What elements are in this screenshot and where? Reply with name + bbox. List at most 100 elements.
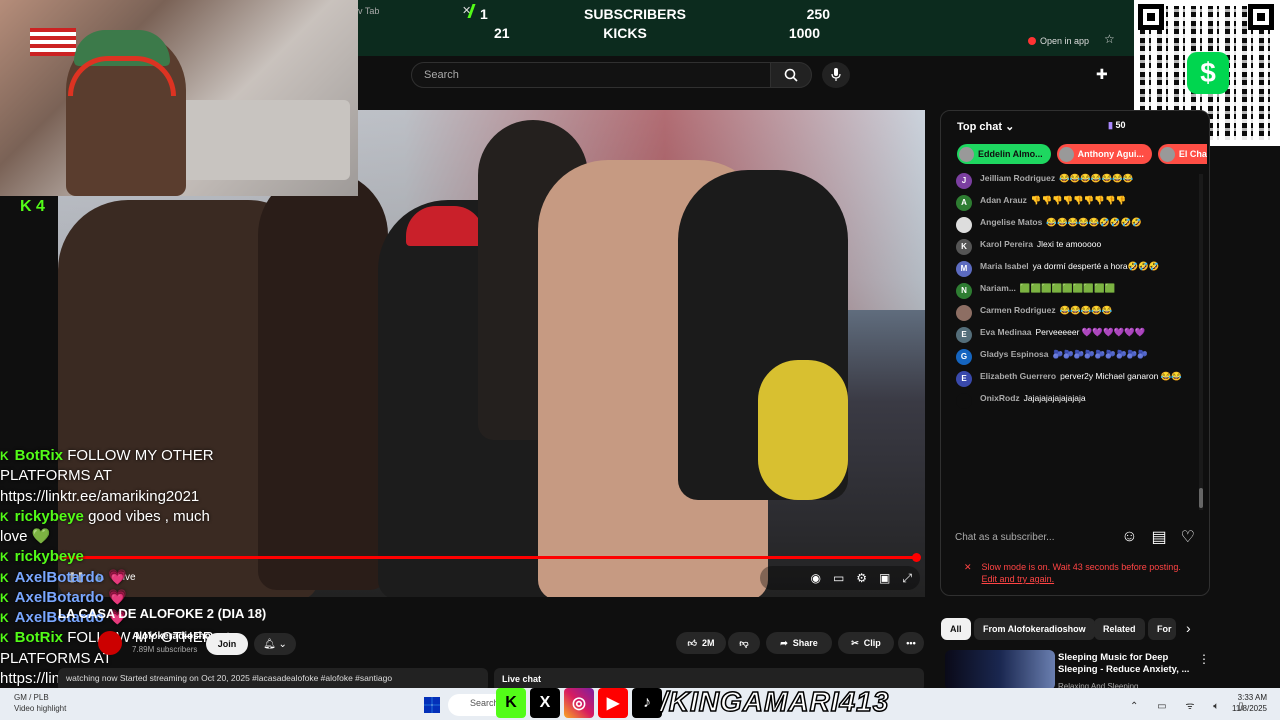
kick-handle: /KINGAMARI413	[659, 685, 890, 718]
video-right-controls: ◉ ▭ ⚙ ▣ ⤢	[760, 566, 920, 590]
subscribers-label: SUBSCRIBERS	[584, 6, 686, 22]
chat-author[interactable]: Jeilliam Rodriguez	[980, 173, 1055, 183]
chat-scrollbar[interactable]	[1199, 174, 1203, 510]
subtitles-icon[interactable]: ▭	[833, 571, 844, 585]
pinned-name: El Chav	[1178, 149, 1207, 159]
search-input[interactable]: Search	[411, 62, 771, 88]
chat-scrollbar-thumb[interactable]	[1199, 488, 1203, 508]
miniplayer-icon[interactable]: ▣	[879, 571, 890, 585]
avatar[interactable]: E	[956, 327, 972, 343]
overlay-chat-author: rickybeye	[14, 507, 84, 525]
pinned-chip[interactable]: Anthony Agui...	[1056, 144, 1152, 164]
chip-related[interactable]: Related	[1094, 618, 1145, 640]
chat-message-list: J Jeilliam Rodriguez 😂😂😂😂😂😂😂 A Adan Arauz 👎👎👎…	[956, 170, 1196, 514]
overlay-chat-line: KBotRix FOLLOW MY OTHER PLATFORMS AT htt…	[0, 446, 240, 507]
close-icon[interactable]: ✕	[964, 562, 972, 585]
more-actions-button[interactable]: •••	[898, 632, 924, 654]
avatar[interactable]	[956, 393, 972, 409]
avatar[interactable]: K	[956, 239, 972, 255]
chat-text: perver2y Michael ganaron 😂😂	[1060, 371, 1182, 381]
chat-author[interactable]: Maria Isabel	[980, 261, 1029, 271]
avatar[interactable]: E	[956, 371, 972, 387]
chat-message: M Maria Isabel ya dormí desperté a hora🤣🤣🤣	[956, 258, 1196, 280]
clip-label: Clip	[863, 638, 881, 648]
browser-tab-label[interactable]: v Tab	[358, 6, 379, 16]
chip-from-channel[interactable]: From Alofokeradioshow	[974, 618, 1095, 640]
streamer-webcam	[0, 0, 358, 196]
chat-message: N Nariam... 🟩🟩🟩🟩🟩🟩🟩🟩🟩	[956, 280, 1196, 302]
open-in-app-label: Open in app	[1040, 36, 1090, 46]
recommended-more-icon[interactable]: ⋮	[1198, 652, 1210, 666]
viewer-count-value: 50	[1115, 120, 1126, 130]
recommended-video-title[interactable]: Sleeping Music for Deep Sleeping - Reduc…	[1058, 652, 1198, 677]
pinned-donors: Eddelin Almo... Anthony Agui... El Chav	[957, 144, 1207, 164]
chat-author[interactable]: Gladys Espinosa	[980, 349, 1049, 359]
kick-badge-icon: K	[0, 611, 9, 625]
overlay-chat-author: BotRix	[14, 629, 64, 647]
chat-author[interactable]: OnixRodz	[980, 393, 1020, 403]
avatar[interactable]: G	[956, 349, 972, 365]
windows-start-icon[interactable]	[424, 697, 440, 713]
chat-author[interactable]: Nariam...	[980, 283, 1016, 293]
chat-mode-label: Top chat	[957, 121, 1003, 133]
chat-message: E Elizabeth Guerrero perver2y Michael gana…	[956, 368, 1196, 390]
chip-all[interactable]: All	[941, 618, 971, 640]
kick-badge-icon: K	[0, 570, 9, 585]
avatar[interactable]	[956, 305, 972, 321]
chat-text: 😂😂😂😂😂🤣🤣🤣🤣	[1046, 217, 1142, 227]
chat-message: Angelise Matos 😂😂😂😂😂🤣🤣🤣🤣	[956, 214, 1196, 236]
channel-info: Alofokeradioshow ✔ 7.89M subscribers	[58, 630, 230, 656]
subscribers-current: 1	[480, 6, 488, 22]
chat-input[interactable]: Chat as a subscriber...	[955, 532, 1107, 543]
avatar[interactable]: J	[956, 173, 972, 189]
create-icon[interactable]: ✚	[1096, 66, 1108, 83]
subscribers-target: 250	[806, 6, 830, 22]
share-icon: ➦	[780, 637, 788, 648]
video-progress-handle[interactable]	[912, 553, 921, 562]
search-button[interactable]	[770, 62, 812, 88]
yellow-pants	[758, 360, 848, 500]
kicks-label: KICKS	[603, 25, 647, 41]
fullscreen-icon[interactable]: ⤢	[902, 571, 912, 586]
avatar[interactable]: A	[956, 195, 972, 211]
chat-author[interactable]: Angelise Matos	[980, 217, 1042, 227]
chip-for-you[interactable]: For	[1148, 618, 1176, 640]
avatar[interactable]: N	[956, 283, 972, 299]
avatar[interactable]: M	[956, 261, 972, 277]
qr-finder-top-left	[1138, 4, 1164, 30]
chat-author[interactable]: Carmen Rodriguez	[980, 305, 1056, 315]
bell-icon: 🔔︎	[263, 638, 276, 650]
heart-icon[interactable]: ♡	[1181, 527, 1195, 547]
settings-gear-icon[interactable]: ⚙	[856, 571, 867, 585]
voice-search-button[interactable]	[822, 62, 850, 88]
pinned-chip[interactable]: Eddelin Almo...	[957, 144, 1051, 164]
chat-message: A Adan Arauz 👎👎👎👎👎👎👎👎👎	[956, 192, 1196, 214]
taskbar-clock[interactable]: 3:33 AM 11/8/2025	[1232, 692, 1267, 714]
channel-avatar[interactable]	[98, 631, 122, 655]
share-button[interactable]: ➦ Share	[766, 632, 832, 654]
clip-button[interactable]: ✂ Clip	[838, 632, 894, 654]
chat-author[interactable]: Karol Pereira	[980, 239, 1033, 249]
chat-author[interactable]: Eva Medinaa	[980, 327, 1032, 337]
super-chat-icon[interactable]: ▤	[1152, 527, 1167, 547]
bookmark-star-icon[interactable]: ☆	[1104, 32, 1115, 46]
chat-author[interactable]: Elizabeth Guerrero	[980, 371, 1056, 381]
edit-and-try-again-link[interactable]: Edit and try again.	[982, 574, 1055, 584]
autoplay-toggle-icon[interactable]: ◉	[810, 571, 820, 585]
dislike-button[interactable]: 👎︎	[728, 632, 760, 654]
chat-author[interactable]: Adan Arauz	[980, 195, 1027, 205]
join-button[interactable]: Join	[206, 633, 248, 655]
pinned-chip[interactable]: El Chav	[1157, 144, 1207, 164]
chat-mode-dropdown[interactable]: Top chat ⌄	[957, 120, 1014, 133]
notifications-bell-button[interactable]: 🔔︎ ⌄	[254, 633, 296, 655]
taskbar-left-widget[interactable]: GM / PLB Video highlight	[14, 692, 66, 714]
chat-message: G Gladys Espinosa 🫐🫐🫐🫐🫐🫐🫐🫐🫐	[956, 346, 1196, 368]
recommended-video-thumbnail[interactable]	[945, 650, 1055, 690]
qr-finder-top-right	[1248, 4, 1274, 30]
open-in-app-button[interactable]: Open in app	[1020, 32, 1097, 50]
viewers-icon: ▮	[1108, 120, 1113, 130]
emoji-icon[interactable]: ☺	[1121, 528, 1137, 546]
chevron-right-icon[interactable]: ›	[1186, 620, 1191, 636]
avatar[interactable]	[956, 217, 972, 233]
like-button[interactable]: 👍︎ 2M	[676, 632, 726, 654]
